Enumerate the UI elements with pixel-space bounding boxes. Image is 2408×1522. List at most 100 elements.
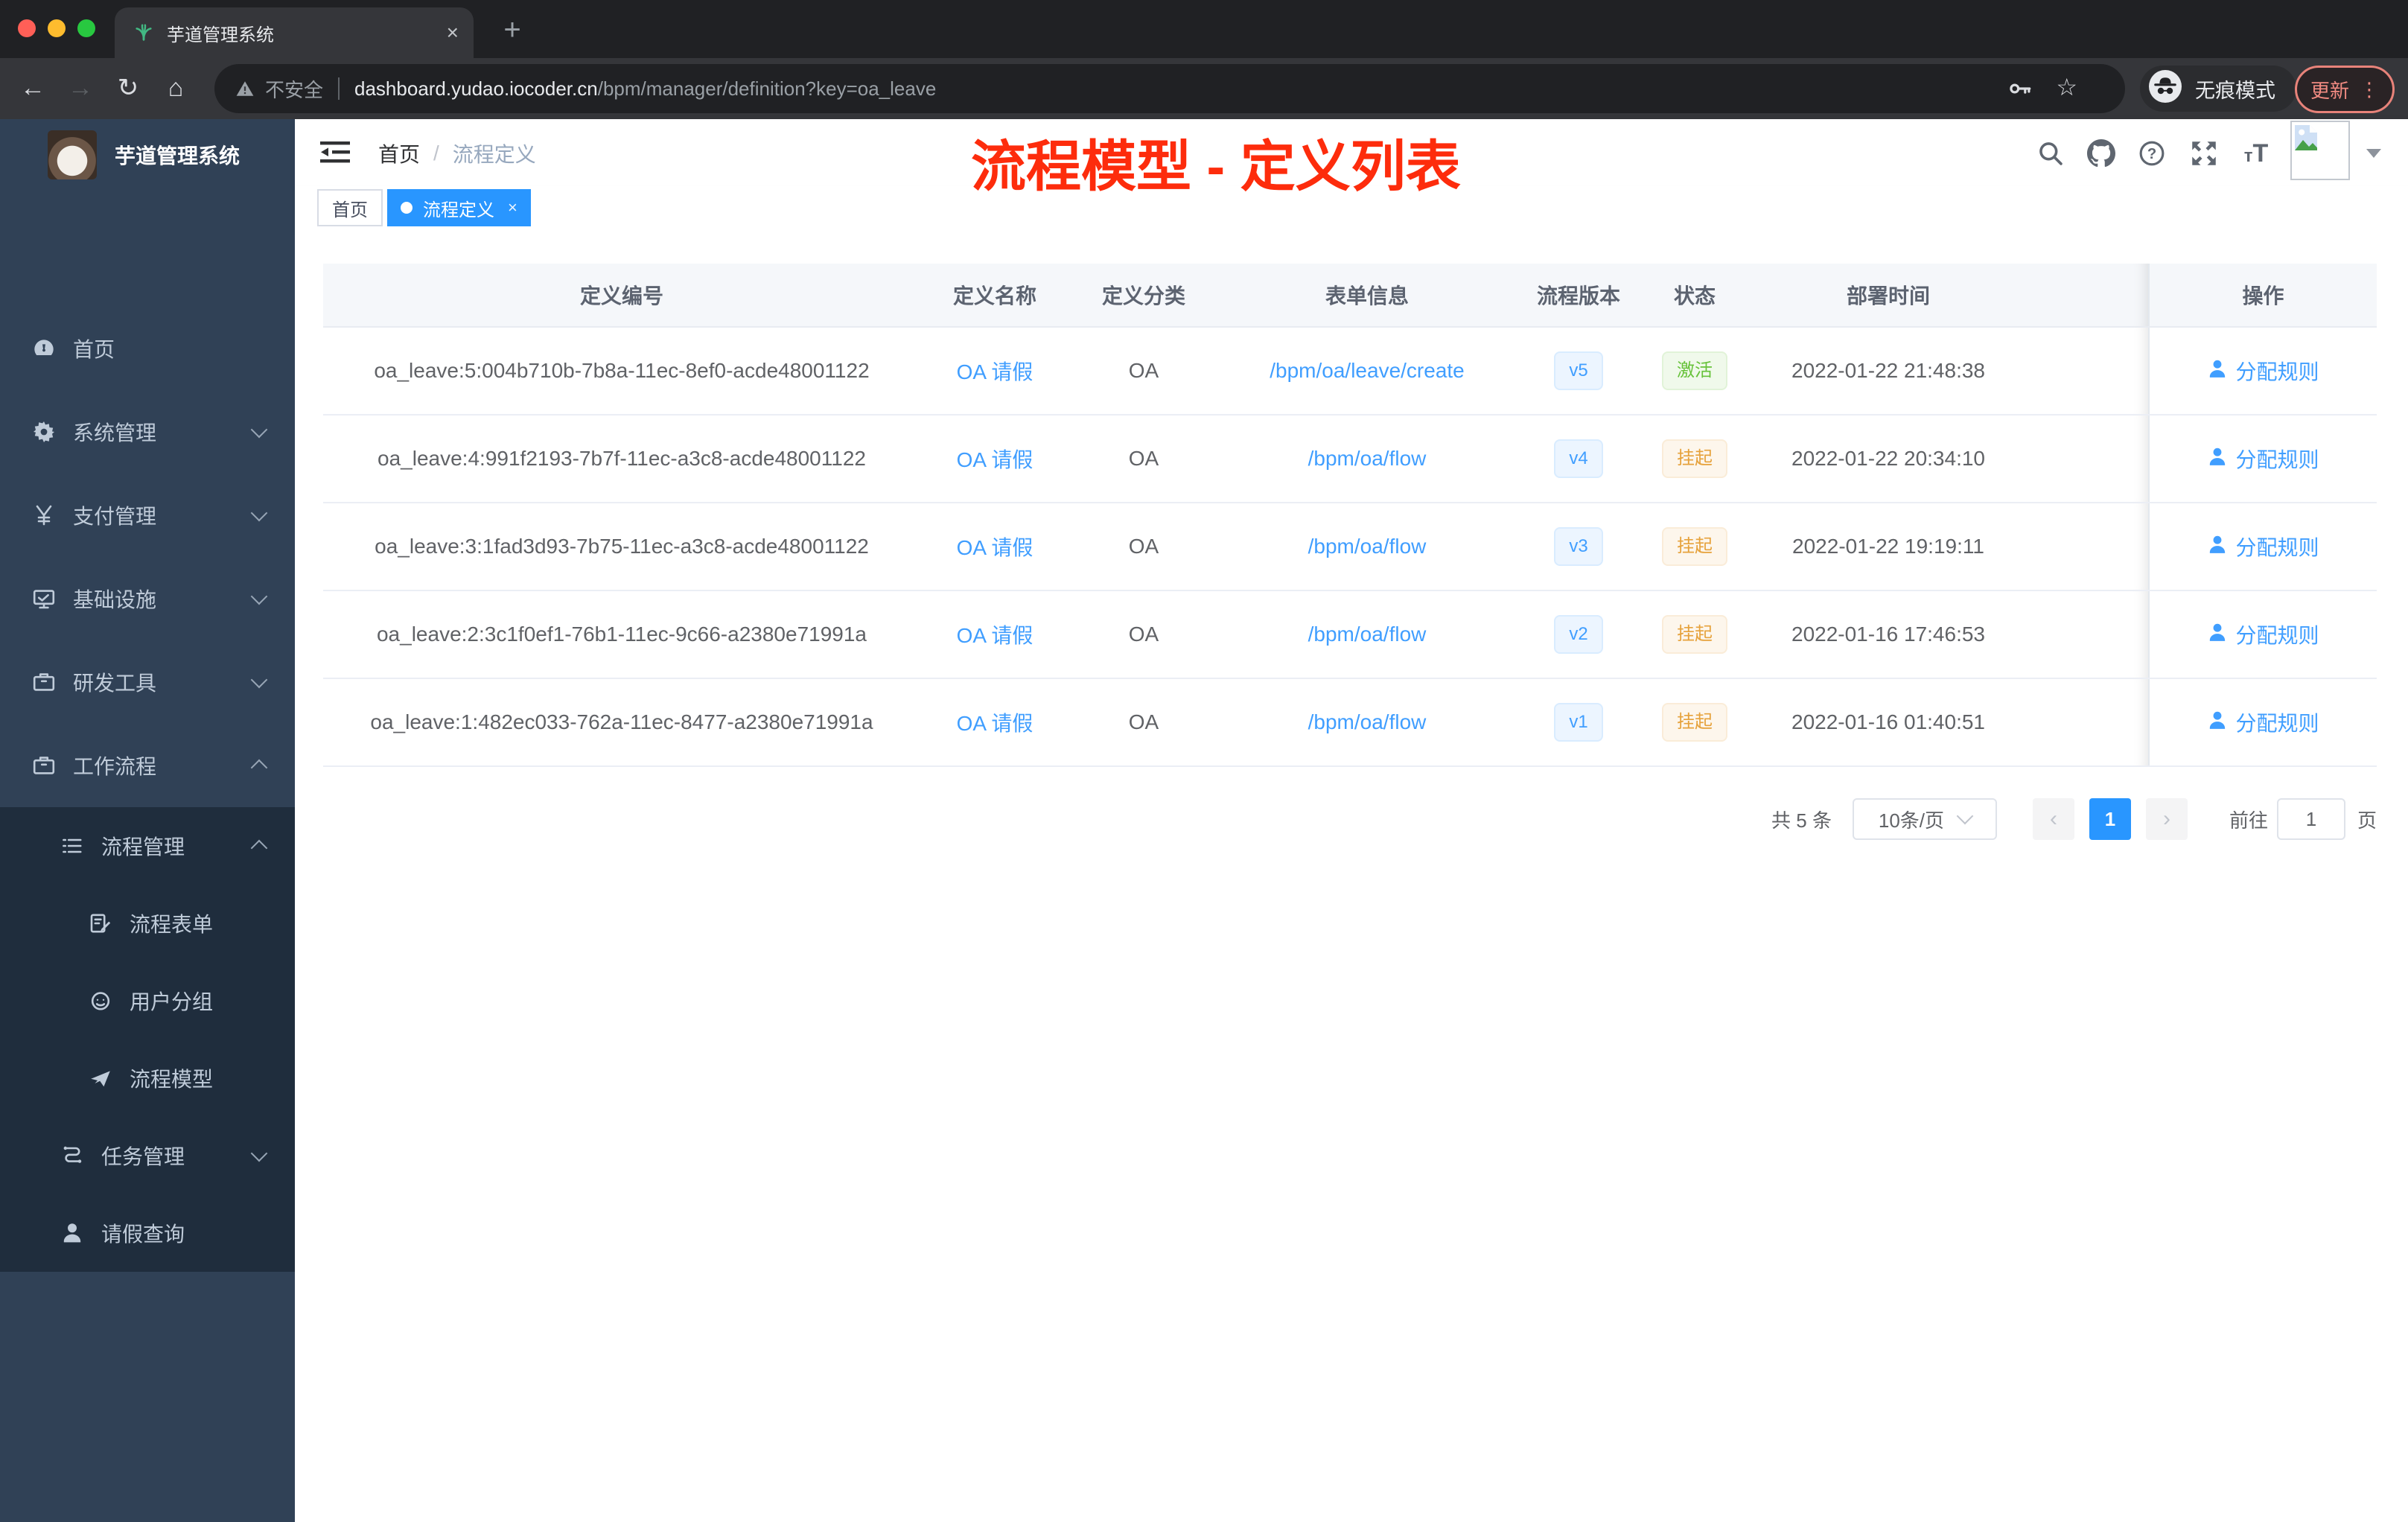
sidebar-item-6[interactable]: 流程管理	[0, 807, 295, 885]
tag-process-definition[interactable]: 流程定义 ×	[387, 189, 531, 226]
github-icon[interactable]	[2086, 138, 2116, 168]
sidebar-item-0[interactable]: 首页	[0, 307, 295, 390]
definition-name-link[interactable]: OA 请假	[957, 360, 1033, 383]
font-size-icon[interactable]: тT	[2241, 138, 2271, 168]
new-tab-button[interactable]: +	[491, 9, 533, 51]
tab-close-icon[interactable]: ×	[447, 22, 459, 43]
key-icon[interactable]	[2007, 76, 2033, 101]
cell-form-info[interactable]: /bpm/oa/leave/create	[1218, 327, 1516, 415]
sidebar-item-4[interactable]: 研发工具	[0, 640, 295, 724]
cell-definition-name[interactable]: OA 请假	[920, 415, 1069, 503]
tag-close-icon[interactable]: ×	[508, 198, 517, 217]
form-info-link[interactable]: /bpm/oa/leave/create	[1270, 359, 1465, 382]
cell-definition-name[interactable]: OA 请假	[920, 327, 1069, 415]
help-icon[interactable]: ?	[2137, 138, 2167, 168]
cell-action[interactable]: 分配规则	[2148, 503, 2377, 591]
assign-rule-link[interactable]: 分配规则	[2207, 356, 2319, 386]
reload-icon[interactable]: ↻	[110, 70, 146, 106]
tag-home[interactable]: 首页	[317, 189, 383, 226]
browser-url-bar: ← → ↻ ⌂ 不安全 dashboard.yudao.iocoder.cn/b…	[0, 58, 2408, 119]
definition-category: OA	[1128, 359, 1159, 382]
sidebar-item-1[interactable]: 系统管理	[0, 390, 295, 474]
browser-menu-kebab-icon[interactable]: ⋮	[2360, 78, 2379, 101]
definition-id: oa_leave:3:1fad3d93-7b75-11ec-a3c8-acde4…	[375, 535, 869, 558]
next-page-button[interactable]: ›	[2145, 798, 2188, 840]
assign-rule-link[interactable]: 分配规则	[2207, 532, 2319, 561]
traffic-light-minimize[interactable]	[48, 19, 66, 37]
goto-page-input[interactable]	[2276, 798, 2345, 840]
version-badge: v4	[1554, 439, 1603, 478]
update-button[interactable]: 更新 ⋮	[2295, 66, 2395, 113]
cell-definition-name[interactable]: OA 请假	[920, 503, 1069, 591]
form-info-link[interactable]: /bpm/oa/flow	[1308, 447, 1427, 470]
not-secure-label[interactable]: 不安全	[265, 75, 323, 103]
sidebar-toggle-hamburger-icon[interactable]	[320, 138, 350, 171]
cell-action[interactable]: 分配规则	[2148, 415, 2377, 503]
cell-form-info[interactable]: /bpm/oa/flow	[1218, 415, 1516, 503]
definition-name-link[interactable]: OA 请假	[957, 624, 1033, 647]
address-bar[interactable]: 不安全 dashboard.yudao.iocoder.cn/bpm/manag…	[214, 64, 2125, 113]
col-header-deploy-time: 部署时间	[1748, 264, 2028, 328]
sidebar-item-5[interactable]: 工作流程	[0, 724, 295, 807]
sidebar-item-11[interactable]: 请假查询	[0, 1194, 295, 1272]
bookmark-star-icon[interactable]: ☆	[2056, 73, 2077, 101]
sidebar-item-7[interactable]: 流程表单	[0, 885, 295, 962]
update-label[interactable]: 更新	[2310, 76, 2349, 104]
cell-deploy-time: 2022-01-16 01:40:51	[1748, 678, 2028, 767]
avatar-dropdown-caret-icon[interactable]	[2366, 149, 2381, 158]
sidebar-item-9[interactable]: 流程模型	[0, 1039, 295, 1117]
definition-category: OA	[1128, 535, 1159, 558]
search-icon[interactable]	[2036, 138, 2065, 168]
cell-form-info[interactable]: /bpm/oa/flow	[1218, 503, 1516, 591]
assign-rule-link[interactable]: 分配规则	[2207, 444, 2319, 474]
cell-version: v5	[1516, 327, 1641, 415]
table-row: oa_leave:4:991f2193-7b7f-11ec-a3c8-acde4…	[323, 415, 2377, 503]
page-size-select[interactable]: 10条/页	[1852, 798, 1997, 840]
sidebar-item-8[interactable]: 用户分组	[0, 962, 295, 1039]
definition-name-link[interactable]: OA 请假	[957, 536, 1033, 559]
cell-definition-name[interactable]: OA 请假	[920, 590, 1069, 679]
cell-form-info[interactable]: /bpm/oa/flow	[1218, 678, 1516, 767]
tag-home-label: 首页	[332, 200, 368, 220]
fullscreen-icon[interactable]	[2189, 138, 2219, 168]
home-icon[interactable]: ⌂	[158, 70, 194, 106]
sidebar-item-2[interactable]: 支付管理	[0, 474, 295, 557]
current-page-button[interactable]: 1	[2089, 798, 2131, 840]
table-row: oa_leave:3:1fad3d93-7b75-11ec-a3c8-acde4…	[323, 503, 2377, 591]
sidebar-item-10[interactable]: 任务管理	[0, 1117, 295, 1194]
assign-rule-link[interactable]: 分配规则	[2207, 620, 2319, 649]
sidebar-item-3[interactable]: 基础设施	[0, 557, 295, 640]
cell-action[interactable]: 分配规则	[2148, 678, 2377, 767]
monitor-icon	[31, 587, 57, 611]
cell-action[interactable]: 分配规则	[2148, 590, 2377, 679]
form-info-link[interactable]: /bpm/oa/flow	[1308, 623, 1427, 646]
traffic-light-zoom[interactable]	[77, 19, 95, 37]
pagination-total: 共 5 条	[1771, 809, 1832, 832]
sidebar-item-label: 流程模型	[130, 1068, 214, 1091]
cell-definition-name[interactable]: OA 请假	[920, 678, 1069, 767]
cell-action[interactable]: 分配规则	[2148, 327, 2377, 415]
incognito-icon	[2147, 69, 2183, 109]
sidebar-item-label: 请假查询	[101, 1223, 185, 1246]
prev-page-button[interactable]: ‹	[2032, 798, 2074, 840]
form-info-link[interactable]: /bpm/oa/flow	[1308, 710, 1427, 733]
page-size-value: 10条/页	[1878, 809, 1945, 832]
cell-version: v3	[1516, 503, 1641, 591]
sidebar-item-label: 系统管理	[73, 421, 157, 445]
back-icon[interactable]: ←	[15, 70, 51, 106]
cell-version: v2	[1516, 590, 1641, 679]
assign-rule-link[interactable]: 分配规则	[2207, 707, 2319, 737]
sidebar-logo-row[interactable]: 芋道管理系统	[0, 119, 295, 191]
cell-definition-id: oa_leave:2:3c1f0ef1-76b1-11ec-9c66-a2380…	[323, 590, 920, 679]
cell-form-info[interactable]: /bpm/oa/flow	[1218, 590, 1516, 679]
form-info-link[interactable]: /bpm/oa/flow	[1308, 535, 1427, 558]
traffic-light-close[interactable]	[18, 19, 36, 37]
definition-name-link[interactable]: OA 请假	[957, 448, 1033, 471]
user-avatar-broken-image[interactable]	[2290, 121, 2350, 180]
incognito-label: 无痕模式	[2195, 79, 2275, 102]
definition-name-link[interactable]: OA 请假	[957, 712, 1033, 735]
svg-text:?: ?	[2147, 146, 2156, 162]
table-header-row: 定义编号 定义名称 定义分类 表单信息 流程版本 状态 部署时间 操作	[323, 264, 2377, 328]
breadcrumb-home[interactable]: 首页	[378, 138, 420, 168]
browser-tab[interactable]: 芋道管理系统 ×	[115, 7, 474, 58]
